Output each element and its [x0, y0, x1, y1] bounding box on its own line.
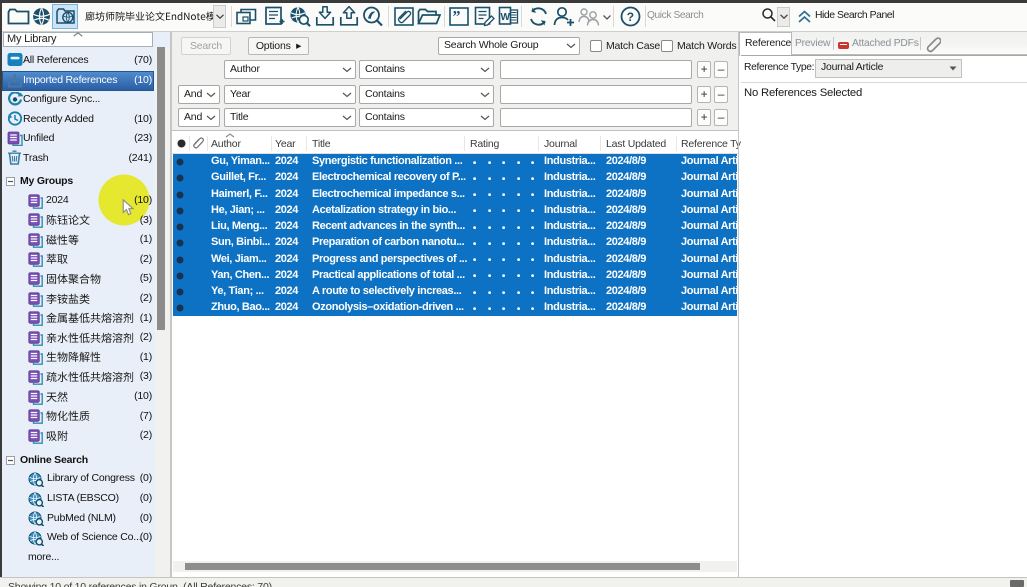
svg-text:?: ? — [627, 10, 634, 24]
svg-text:W: W — [501, 12, 511, 23]
svg-text:”: ” — [453, 9, 461, 26]
